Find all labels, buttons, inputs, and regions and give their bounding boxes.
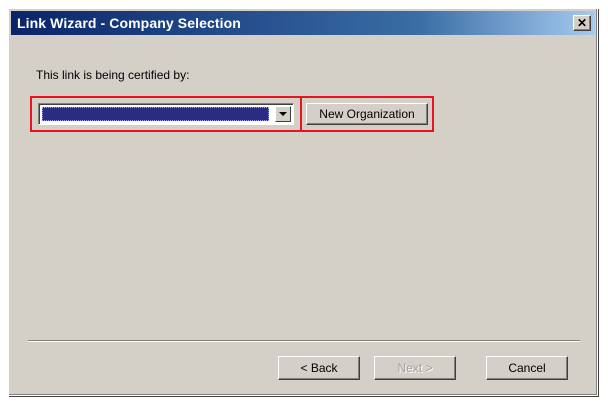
next-button[interactable]: Next >: [374, 356, 456, 380]
company-select-value: [42, 107, 269, 121]
footer-divider: [28, 340, 580, 342]
close-icon: ✕: [576, 16, 588, 30]
cancel-button[interactable]: Cancel: [486, 356, 568, 380]
company-select[interactable]: [38, 103, 294, 125]
title-bar[interactable]: Link Wizard - Company Selection ✕: [11, 11, 595, 35]
back-button[interactable]: < Back: [278, 356, 360, 380]
window-title: Link Wizard - Company Selection: [17, 15, 241, 31]
close-button[interactable]: ✕: [573, 15, 591, 31]
wizard-dialog: Link Wizard - Company Selection ✕: [8, 8, 598, 396]
certified-by-label: This link is being certified by:: [36, 68, 190, 82]
new-organization-button[interactable]: New Organization: [306, 103, 428, 125]
dropdown-button[interactable]: [275, 106, 291, 122]
chevron-down-icon: [279, 112, 287, 116]
